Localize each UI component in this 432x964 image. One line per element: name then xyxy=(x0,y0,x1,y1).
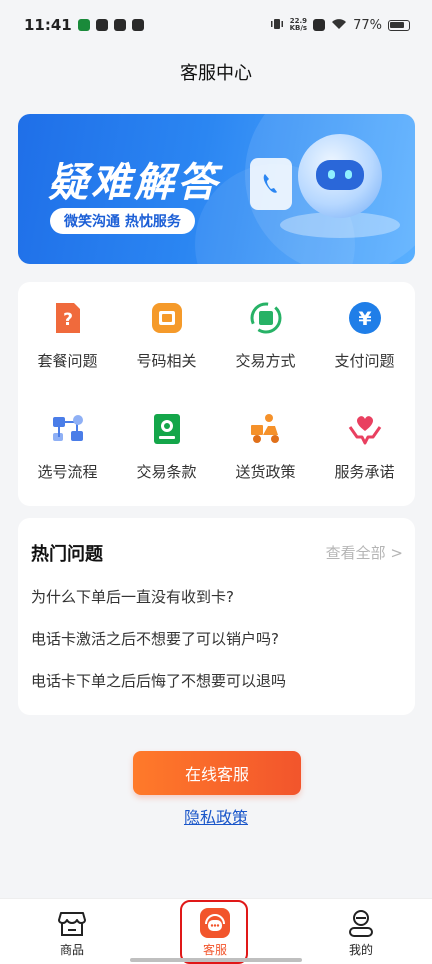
network-speed: 22.9 KB/s xyxy=(290,18,307,32)
category-plan-question[interactable]: ? 套餐问题 xyxy=(18,282,117,382)
app-notification-icon xyxy=(77,19,90,31)
profile-icon xyxy=(346,908,376,938)
category-trade-method[interactable]: 交易方式 xyxy=(216,282,315,382)
tab-label: 我的 xyxy=(348,943,373,957)
category-label: 套餐问题 xyxy=(37,352,98,370)
wifi-icon xyxy=(331,18,347,33)
online-service-button[interactable]: 在线客服 xyxy=(133,751,301,795)
message-notification-icon xyxy=(131,19,144,31)
banner-subtitle: 微笑沟通 热忱服务 xyxy=(50,208,195,234)
category-label: 送货政策 xyxy=(235,463,296,481)
sim-off-icon xyxy=(313,19,326,31)
svg-text:?: ? xyxy=(63,310,73,330)
network-speed-unit: KB/s xyxy=(289,24,308,32)
faq-banner[interactable]: 疑难解答 微笑沟通 热忱服务 xyxy=(18,114,415,264)
privacy-policy-link[interactable]: 隐私政策 xyxy=(0,804,432,828)
heart-hands-icon xyxy=(347,411,383,447)
yuan-coin-icon: ¥ xyxy=(347,300,383,336)
category-label: 服务承诺 xyxy=(334,463,395,481)
category-label: 交易条款 xyxy=(136,463,197,481)
robot-assistant-icon xyxy=(298,134,382,218)
exchange-cycle-icon xyxy=(248,300,284,336)
tab-label: 商品 xyxy=(59,943,84,957)
svg-text:¥: ¥ xyxy=(358,308,371,330)
title-bar: 客服中心 xyxy=(0,50,432,94)
category-delivery[interactable]: 送货政策 xyxy=(216,393,315,493)
home-indicator[interactable] xyxy=(130,958,302,962)
view-all-link[interactable]: 查看全部 > xyxy=(326,542,403,563)
hot-questions-title: 热门问题 xyxy=(31,544,103,565)
tab-products[interactable]: 商品 xyxy=(22,899,122,964)
document-question-icon: ? xyxy=(50,300,86,336)
hot-questions-card: 热门问题 查看全部 > 为什么下单后一直没有收到卡? 电话卡激活之后不想要了可以… xyxy=(18,518,415,715)
banner-title: 疑难解答 xyxy=(48,160,220,206)
status-time: 11:41 xyxy=(24,16,72,34)
store-icon xyxy=(57,908,87,938)
battery-percent: 77% xyxy=(353,17,382,33)
category-trade-terms[interactable]: 交易条款 xyxy=(117,393,216,493)
category-payment[interactable]: ¥ 支付问题 xyxy=(315,282,414,382)
category-grid: ? 套餐问题 号码相关 交易方式 ¥ 支付问题 选号流程 交易条款 送货政策 服… xyxy=(18,282,415,506)
category-label: 交易方式 xyxy=(235,352,296,370)
category-service-promise[interactable]: 服务承诺 xyxy=(315,393,414,493)
battery-icon xyxy=(388,19,410,31)
hot-question-item[interactable]: 电话卡下单之后后悔了不想要可以退吗 xyxy=(31,670,286,691)
category-number-selection[interactable]: 选号流程 xyxy=(18,393,117,493)
phone-icon xyxy=(250,158,292,210)
sim-card-icon xyxy=(149,300,185,336)
category-label: 支付问题 xyxy=(334,352,395,370)
tab-profile[interactable]: 我的 xyxy=(311,899,411,964)
link-notification-icon xyxy=(113,19,126,31)
status-bar: 11:41 22.9 KB/s 77% xyxy=(0,0,432,50)
page-title: 客服中心 xyxy=(180,63,252,84)
hot-question-item[interactable]: 为什么下单后一直没有收到卡? xyxy=(31,586,234,607)
terms-book-icon xyxy=(149,411,185,447)
flowchart-icon xyxy=(50,411,86,447)
delivery-scooter-icon xyxy=(248,411,284,447)
category-label: 号码相关 xyxy=(136,352,197,370)
hot-question-item[interactable]: 电话卡激活之后不想要了可以销户吗? xyxy=(31,628,279,649)
shield-notification-icon xyxy=(95,19,108,31)
category-label: 选号流程 xyxy=(37,463,98,481)
active-tab-highlight xyxy=(180,900,248,964)
category-number[interactable]: 号码相关 xyxy=(117,282,216,382)
vibrate-icon xyxy=(270,17,284,34)
